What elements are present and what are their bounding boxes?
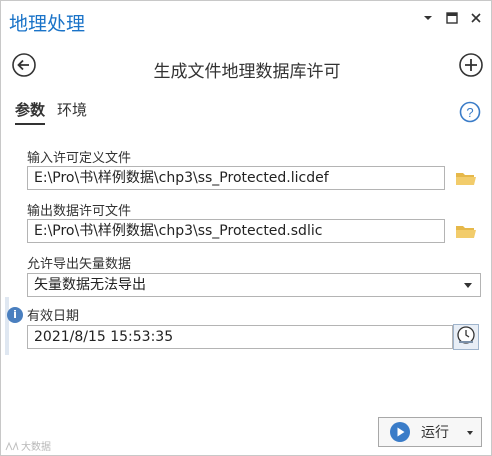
maximize-icon[interactable] <box>445 11 459 25</box>
run-button[interactable]: 运行 <box>378 417 482 447</box>
output-license-input[interactable]: E:\Pro\书\样例数据\chp3\ss_Protected.sdlic <box>27 219 445 243</box>
clock-icon <box>456 325 476 349</box>
folder-icon[interactable] <box>455 169 477 187</box>
tool-title: 生成文件地理数据库许可 <box>153 62 341 82</box>
close-icon[interactable] <box>469 11 483 25</box>
allow-export-value: 矢量数据无法导出 <box>34 277 146 293</box>
chevron-down-icon[interactable] <box>467 431 473 435</box>
license-def-label: 输入许可定义文件 <box>27 151 132 166</box>
chevron-down-icon[interactable] <box>421 11 435 25</box>
active-parameter-bar <box>5 297 9 355</box>
watermark: 大数据 <box>5 438 51 453</box>
geoprocessing-pane: 地理处理 生成文件地理数据库许可 参数 环境 ? 输入许可定义文件 E:\Pro… <box>0 0 492 456</box>
allow-export-select[interactable]: 矢量数据无法导出 <box>27 273 481 297</box>
expiry-label: 有效日期 <box>27 309 80 324</box>
expiry-date-input[interactable]: 2021/8/15 15:53:35 <box>27 325 453 349</box>
allow-export-label: 允许导出矢量数据 <box>27 257 132 272</box>
output-license-label: 输出数据许可文件 <box>27 204 132 219</box>
pane-title: 地理处理 <box>9 13 86 35</box>
add-icon[interactable] <box>457 51 485 79</box>
chevron-down-icon <box>464 283 472 288</box>
help-icon[interactable]: ? <box>459 101 481 123</box>
tab-parameters[interactable]: 参数 <box>15 99 46 125</box>
folder-icon[interactable] <box>455 222 477 240</box>
license-def-input[interactable]: E:\Pro\书\样例数据\chp3\ss_Protected.licdef <box>27 166 445 190</box>
pane-window-controls <box>421 11 483 25</box>
tab-bar: 参数 环境 <box>15 99 87 125</box>
info-icon[interactable]: i <box>7 307 23 323</box>
run-label: 运行 <box>421 425 449 441</box>
svg-text:?: ? <box>466 105 473 120</box>
play-icon <box>389 421 411 443</box>
tab-environments[interactable]: 环境 <box>57 99 87 125</box>
date-picker-button[interactable] <box>453 324 479 350</box>
watermark-text: 大数据 <box>21 442 51 453</box>
